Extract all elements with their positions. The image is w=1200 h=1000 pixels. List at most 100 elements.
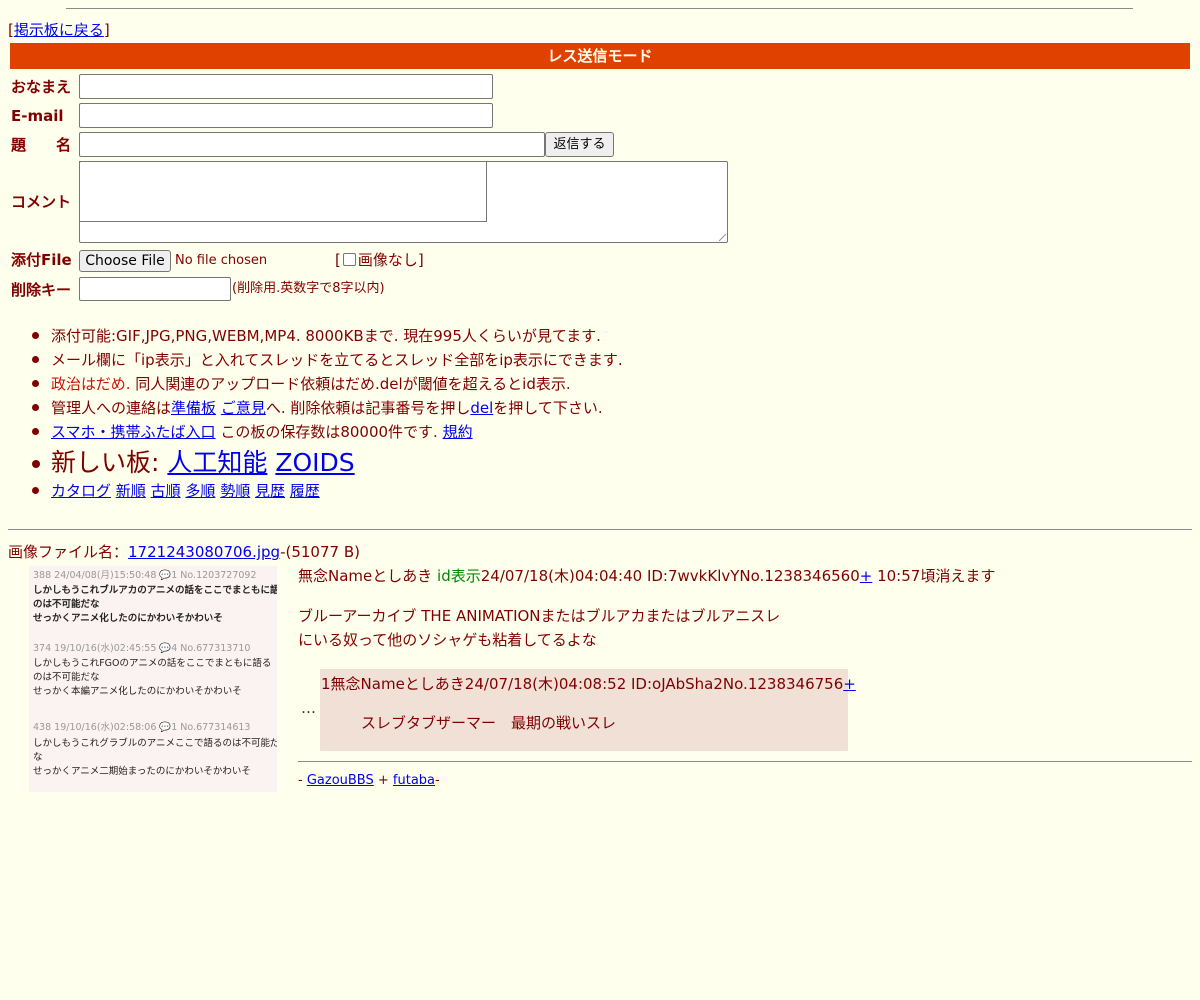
reply-mode-banner: レス送信モード <box>10 43 1190 69</box>
delete-key-input[interactable] <box>79 277 231 301</box>
op-plus-link[interactable]: + <box>860 567 873 585</box>
file-prefix: 画像ファイル名： <box>8 543 129 561</box>
storage-text: この板の保存数は80000件です. <box>215 423 443 441</box>
thumb-line: しかしもうこれFGOのアニメの話をここでまともに語る <box>33 658 272 669</box>
back-to-board-link[interactable]: 掲示板に戻る <box>14 21 104 39</box>
email-label: E-mail <box>11 107 64 125</box>
reply-ellipsis: … <box>301 699 316 717</box>
name-input[interactable] <box>79 74 493 99</box>
reply-body: スレブタブザーマー 最期の戦いスレ <box>361 714 617 732</box>
top-divider <box>66 8 1133 9</box>
subject-input[interactable] <box>79 132 545 157</box>
choose-file-button[interactable]: Choose File <box>79 250 171 272</box>
notice-ip-display: メール欄に「ip表示」と入れてスレッドを立てるとスレッド全部をip表示にできます… <box>51 351 623 369</box>
futaba-link[interactable]: futaba <box>393 773 435 788</box>
sort-nav: カタログ 新順 古順 多順 勢順 見歴 履歴 <box>51 481 320 501</box>
email-input[interactable] <box>79 103 493 128</box>
footer-divider <box>298 761 1192 762</box>
thumb-meta: 438 19/10/16(水)02:58:06 💬1 No.677314613 <box>33 721 250 734</box>
bullet-icon <box>32 356 39 363</box>
no-image-bracket: [ <box>335 251 341 269</box>
notice-contact: 管理人への連絡は準備板 ご意見へ. 削除依頼は記事番号を押しdelを押して下さい… <box>51 398 603 418</box>
catalog-link[interactable]: カタログ <box>51 482 111 500</box>
thumb-line: しかしもうこれグラブルのアニメここで語るのは不可能だ <box>33 738 277 749</box>
op-meta: 24/07/18(木)04:04:40 ID:7wvkKlvYNo.123834… <box>480 567 860 585</box>
new-boards-text: 新しい板: <box>51 448 168 477</box>
attach-file-label: 添付File <box>11 251 72 269</box>
mobile-entrance-link[interactable]: スマホ・携帯ふたば入口 <box>51 423 216 441</box>
thumb-line: せっかくアニメ化したのにかわいそかわいそ <box>33 613 223 624</box>
thumb-line: な <box>33 752 43 763</box>
thumb-meta: 374 19/10/16(水)02:45:55 💬4 No.677313710 <box>33 642 250 655</box>
footer-suffix: - <box>435 773 440 788</box>
notice-mobile: スマホ・携帯ふたば入口 この板の保存数は80000件です. 規約 <box>51 422 473 442</box>
history-link[interactable]: 履歴 <box>290 482 320 500</box>
name-label: おなまえ <box>11 78 72 96</box>
submit-reply-button[interactable]: 返信する <box>545 132 614 157</box>
resize-grip-icon[interactable] <box>719 234 726 241</box>
thumb-meta-text: 438 19/10/16(水)02:58:06 💬1 No.677314613 <box>33 722 251 733</box>
footer-sep: + <box>373 773 393 788</box>
gazoubbs-link[interactable]: GazouBBS <box>307 773 374 788</box>
op-body-line: ブルーアーカイブ THE ANIMATIONまたはブルアカまたはブルアニスレ <box>298 607 781 625</box>
ai-board-link[interactable]: 人工知能 <box>167 448 267 477</box>
notice-new-boards: 新しい板: 人工知能 ZOIDS <box>51 448 355 478</box>
reply-plus-link[interactable]: + <box>843 675 856 693</box>
comment-label: コメント <box>11 193 72 211</box>
feedback-link[interactable]: ご意見 <box>221 399 266 417</box>
politics-warning: 政治はだめ. <box>51 375 131 393</box>
thread-thumbnail[interactable]: 388 24/04/08(月)15:50:48 💬1 No.1203727092… <box>29 566 277 792</box>
thumb-line: しかしもうこれブルアカのアニメの話をここでまともに語る <box>33 585 277 596</box>
file-size: -(51077 B) <box>280 543 360 561</box>
op-header: 無念Nameとしあき id表示24/07/18(木)04:04:40 ID:7w… <box>298 566 995 586</box>
sort-many-link[interactable]: 多順 <box>185 482 215 500</box>
bullet-icon <box>32 460 40 468</box>
no-file-chosen-text: No file chosen <box>175 253 268 268</box>
back-nav: [掲示板に戻る] <box>8 20 110 40</box>
sort-new-link[interactable]: 新順 <box>116 482 146 500</box>
reply-meta: 1無念Nameとしあき24/07/18(木)04:08:52 ID:oJAbSh… <box>321 675 844 693</box>
reply-header: 1無念Nameとしあき24/07/18(木)04:08:52 ID:oJAbSh… <box>321 674 856 694</box>
contact-post-text: を押して下さい. <box>493 399 603 417</box>
subject-label: 題 名 <box>11 136 72 154</box>
del-link[interactable]: del <box>470 399 493 417</box>
zoids-board-link[interactable]: ZOIDS <box>275 448 354 477</box>
image-file-link[interactable]: 1721243080706.jpg <box>128 543 280 561</box>
op-expire: 10:57頃消えます <box>872 567 996 585</box>
notice-rules: 政治はだめ. 同人関連のアップロード依頼はだめ.delが閾値を超えるとid表示. <box>51 374 571 394</box>
no-image-checkbox[interactable] <box>342 253 356 266</box>
notice-rules-text: 同人関連のアップロード依頼はだめ.delが閾値を超えるとid表示. <box>130 375 571 393</box>
no-image-option: [ 画像なし] <box>335 250 424 270</box>
notice-attach-info: 添付可能:GIF,JPG,PNG,WEBM,MP4. 8000KBまで. 現在9… <box>51 327 601 345</box>
op-name: 無念Nameとしあき <box>298 567 433 585</box>
footer: - GazouBBS + futaba- <box>298 771 440 791</box>
bullet-icon <box>32 428 39 435</box>
id-display-tag: id表示 <box>437 567 481 585</box>
delete-key-hint: (削除用.英数字で8字以内) <box>232 281 385 296</box>
comment-textarea-inner-outline <box>79 161 487 222</box>
footer-prefix: - <box>298 773 307 788</box>
bullet-icon <box>32 404 39 411</box>
sort-old-link[interactable]: 古順 <box>151 482 181 500</box>
prep-board-link[interactable]: 準備板 <box>171 399 216 417</box>
bracket-close: ] <box>103 21 110 39</box>
bullet-icon <box>32 487 39 494</box>
contact-mid-text: へ. 削除依頼は記事番号を押し <box>265 399 471 417</box>
thumb-meta-text: 374 19/10/16(水)02:45:55 💬4 No.677313710 <box>33 643 251 654</box>
thumb-line: せっかく本編アニメ化したのにかわいそかわいそ <box>33 686 242 697</box>
thumb-meta-text: 388 24/04/08(月)15:50:48 💬1 No.1203727092 <box>33 570 257 581</box>
thumb-line: せっかくアニメ二期始まったのにかわいそかわいそ <box>33 766 251 777</box>
op-body-line: にいる奴って他のソシャゲも粘着してるよな <box>298 631 597 649</box>
thumb-meta: 388 24/04/08(月)15:50:48 💬1 No.1203727092 <box>33 569 257 582</box>
section-divider <box>8 529 1192 530</box>
thumb-line: のは不可能だな <box>33 672 100 683</box>
contact-text: 管理人への連絡は <box>51 399 172 417</box>
sort-momentum-link[interactable]: 勢順 <box>220 482 250 500</box>
terms-link[interactable]: 規約 <box>443 423 473 441</box>
image-file-info: 画像ファイル名：1721243080706.jpg-(51077 B) <box>8 542 360 562</box>
bullet-icon <box>32 380 39 387</box>
view-history-link[interactable]: 見歴 <box>255 482 285 500</box>
bullet-icon <box>32 332 39 339</box>
delete-key-label: 削除キー <box>11 281 72 299</box>
no-image-label: 画像なし] <box>357 251 424 269</box>
